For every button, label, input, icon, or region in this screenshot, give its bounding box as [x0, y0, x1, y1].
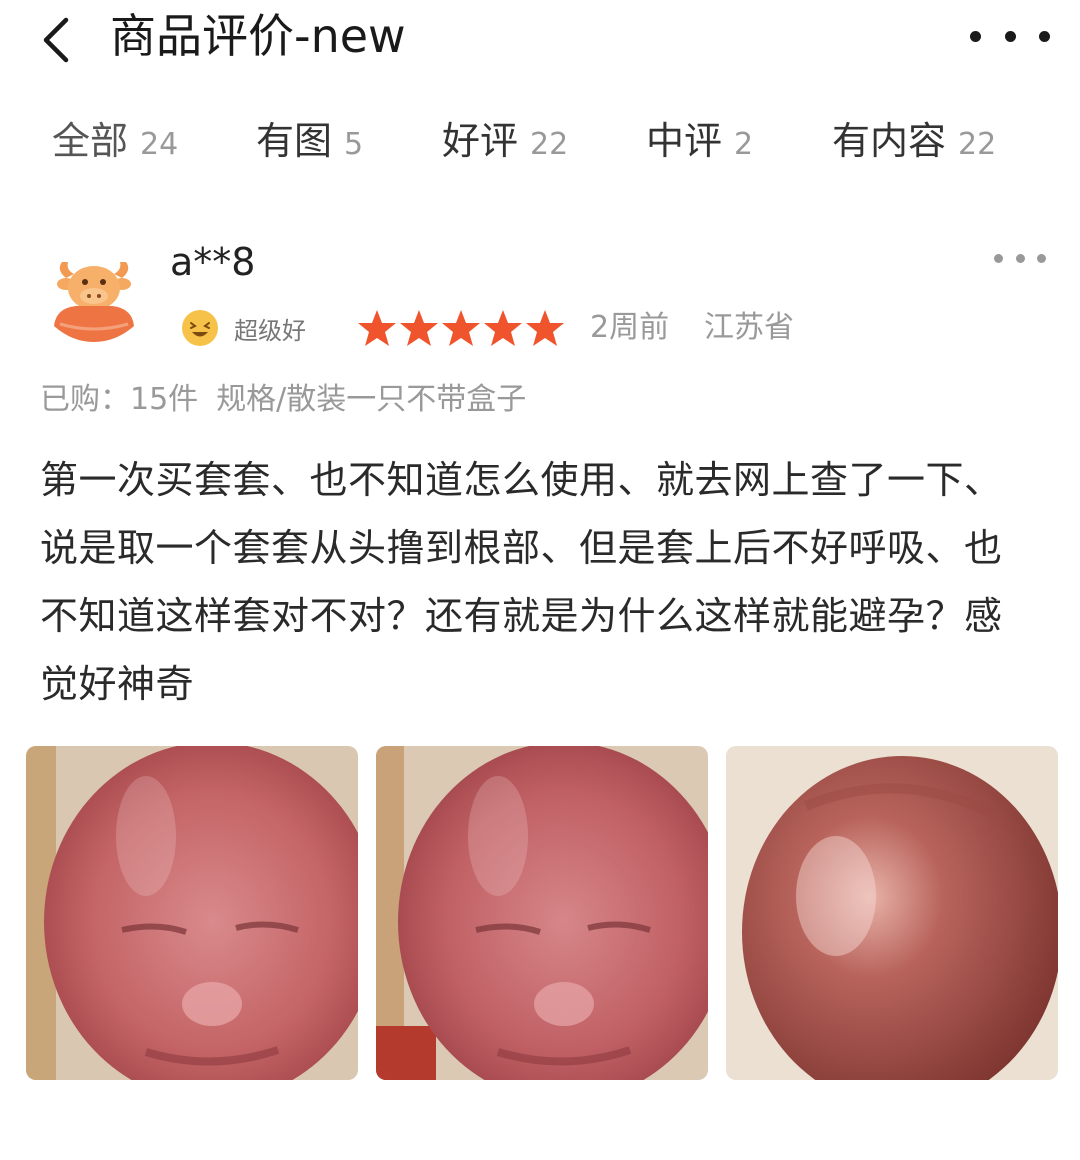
cartoon-cow-avatar-icon — [54, 262, 134, 342]
review-page: 商品评价-new 全部 24 有图 5 好评 22 中评 2 有内容 22 a*… — [0, 0, 1080, 1160]
reviewer-username[interactable]: a**8 — [170, 234, 255, 290]
tab-label: 有图 — [256, 119, 333, 163]
page-title: 商品评价-new — [110, 9, 406, 63]
star-rating — [356, 308, 566, 348]
more-dot-icon — [1004, 30, 1016, 42]
badge-label: 超级好 — [234, 316, 306, 345]
tab-count: 22 — [958, 127, 997, 162]
back-button[interactable] — [34, 8, 84, 68]
nav-header: 商品评价-new — [0, 0, 1080, 80]
tab-label: 中评 — [646, 119, 723, 163]
purchase-info: 已购：15件 规格/散装一只不带盒子 — [40, 376, 526, 424]
purchase-quantity: 已购：15件 — [40, 382, 199, 417]
tab-label: 有内容 — [832, 119, 947, 163]
smiling-face-icon — [182, 310, 218, 346]
face-photo-icon — [26, 746, 358, 1080]
more-options-button[interactable] — [970, 14, 1050, 58]
review-photo-1[interactable] — [26, 746, 358, 1080]
reviewer-region: 江苏省 — [704, 310, 794, 345]
chevron-left-icon — [43, 17, 69, 63]
tab-label: 好评 — [442, 119, 519, 163]
product-spec: 规格/散装一只不带盒子 — [216, 382, 527, 417]
review-photo-2[interactable] — [376, 746, 708, 1080]
face-photo-icon — [376, 746, 708, 1080]
star-icon — [400, 310, 438, 346]
review-more-button[interactable] — [994, 244, 1046, 272]
avatar[interactable] — [46, 248, 142, 344]
review-content: 第一次买套套、也不知道怎么使用、就去网上查了一下、说是取一个套套从头撸到根部、但… — [40, 458, 1003, 706]
more-dot-icon — [994, 253, 1003, 263]
star-icon — [526, 310, 564, 346]
tab-with-images[interactable]: 有图 5 — [256, 108, 363, 174]
tab-label: 全部 — [52, 119, 129, 163]
rating-badge: 超级好 — [180, 306, 330, 350]
head-top-photo-icon — [726, 746, 1058, 1080]
tab-with-content[interactable]: 有内容 22 — [832, 108, 996, 174]
review-photo-3[interactable] — [726, 746, 1058, 1080]
tab-neutral[interactable]: 中评 2 — [646, 108, 753, 174]
more-dot-icon — [970, 30, 981, 42]
tab-count: 2 — [734, 127, 754, 162]
more-dot-icon — [1015, 253, 1025, 263]
star-icon — [484, 310, 522, 346]
more-dot-icon — [1039, 30, 1050, 42]
review-photos — [26, 746, 1058, 1082]
review-filter-tabs: 全部 24 有图 5 好评 22 中评 2 有内容 22 — [0, 108, 1080, 174]
rating-row: 超级好 2周前 江苏省 — [180, 304, 1040, 352]
star-icon — [442, 310, 480, 346]
tab-all[interactable]: 全部 24 — [52, 108, 178, 174]
star-icon — [358, 310, 396, 346]
more-dot-icon — [1037, 253, 1046, 263]
review-time: 2周前 — [590, 310, 670, 345]
tab-count: 22 — [530, 127, 569, 162]
tab-count: 5 — [344, 127, 364, 162]
tab-count: 24 — [140, 127, 179, 162]
tab-positive[interactable]: 好评 22 — [442, 108, 568, 174]
